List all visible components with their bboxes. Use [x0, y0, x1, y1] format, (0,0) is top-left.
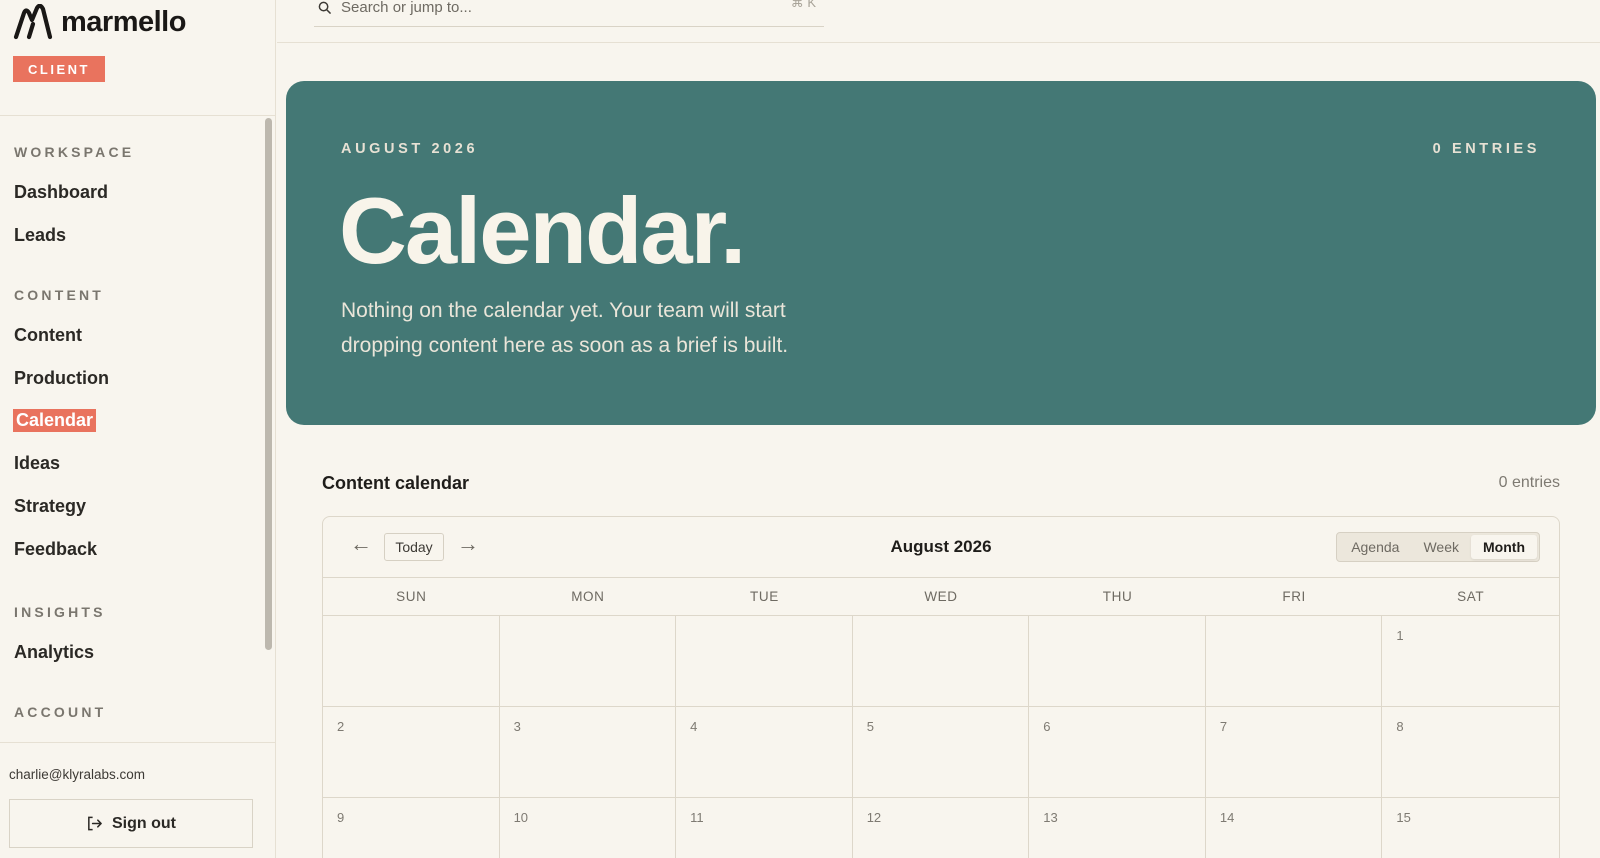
- sidebar-item-content[interactable]: Content: [14, 325, 82, 346]
- sign-out-button[interactable]: Sign out: [9, 799, 253, 848]
- calendar-day-cell[interactable]: [1205, 616, 1383, 707]
- calendar-day-cell[interactable]: 4: [676, 707, 853, 798]
- sidebar-item-feedback[interactable]: Feedback: [14, 539, 97, 560]
- weekday-label: MON: [571, 589, 605, 604]
- day-number: 5: [866, 719, 874, 734]
- day-number: 8: [1396, 719, 1404, 734]
- calendar-entries-count: 0 entries: [1498, 474, 1560, 491]
- calendar-day-cell[interactable]: 3: [499, 707, 677, 798]
- user-email: charlie@klyralabs.com: [9, 767, 145, 782]
- next-month-arrow-icon[interactable]: →: [457, 533, 479, 555]
- hero-entries-count: 0 ENTRIES: [1432, 141, 1540, 157]
- section-label-content: CONTENT: [14, 287, 105, 303]
- search-input[interactable]: [341, 0, 761, 16]
- sidebar-scrollbar[interactable]: [265, 118, 272, 650]
- calendar-day-cell[interactable]: 12: [853, 798, 1030, 858]
- day-number: 11: [690, 810, 704, 825]
- hero-month-label: AUGUST 2026: [341, 141, 479, 157]
- calendar-day-cell[interactable]: 7: [1205, 707, 1383, 798]
- sidebar-item-production[interactable]: Production: [14, 368, 109, 389]
- prev-month-arrow-icon[interactable]: ←: [350, 533, 372, 555]
- day-number: 10: [513, 810, 529, 825]
- day-number: 12: [866, 810, 882, 825]
- calendar-panel: ← Today → August 2026 Agenda Week Month …: [322, 516, 1560, 858]
- sidebar-item-dashboard[interactable]: Dashboard: [14, 182, 108, 203]
- day-number: 14: [1219, 810, 1235, 825]
- client-badge: CLIENT: [13, 56, 105, 82]
- sidebar-item-analytics[interactable]: Analytics: [14, 642, 94, 663]
- calendar-day-cell[interactable]: 9: [323, 798, 500, 858]
- section-label-account: ACCOUNT: [14, 704, 107, 720]
- brand-name: marmello: [61, 5, 186, 38]
- weekday-header-row: SUN MON TUE WED THU FRI SAT: [323, 578, 1559, 616]
- day-number: 3: [513, 719, 521, 734]
- day-number: 1: [1396, 628, 1404, 643]
- calendar-toolbar: ← Today → August 2026 Agenda Week Month: [323, 517, 1559, 578]
- sidebar: marmello CLIENT WORKSPACE Dashboard Lead…: [0, 0, 276, 858]
- calendar-day-cell[interactable]: 14: [1206, 798, 1383, 858]
- day-number: 9: [337, 810, 345, 825]
- day-number: 6: [1043, 719, 1051, 734]
- sidebar-item-calendar[interactable]: Calendar: [13, 409, 97, 432]
- day-number: 7: [1219, 719, 1228, 734]
- sidebar-item-ideas[interactable]: Ideas: [14, 453, 60, 474]
- calendar-day-cell[interactable]: [852, 616, 1030, 707]
- weekday-label: SUN: [396, 589, 427, 604]
- weekday-label: WED: [924, 589, 958, 604]
- search-icon: [318, 1, 331, 14]
- section-label-insights: INSIGHTS: [14, 604, 106, 620]
- topbar: ⌘ K: [277, 0, 1600, 43]
- day-number: 13: [1043, 810, 1058, 825]
- hero-description: Nothing on the calendar yet. Your team w…: [341, 299, 789, 357]
- marmello-logo-icon: [13, 4, 53, 40]
- calendar-day-cell[interactable]: [323, 616, 500, 707]
- brand-logo[interactable]: marmello: [13, 4, 186, 40]
- calendar-day-cell[interactable]: 8: [1382, 707, 1559, 798]
- sidebar-item-strategy[interactable]: Strategy: [14, 496, 86, 517]
- page-title: Calendar.: [339, 178, 746, 283]
- sign-out-label: Sign out: [112, 814, 176, 832]
- view-toggle: Agenda Week Month: [1336, 532, 1540, 562]
- search-shortcut-hint: ⌘ K: [790, 0, 816, 10]
- sidebar-footer-divider: [0, 742, 276, 743]
- calendar-day-cell[interactable]: 2: [323, 707, 500, 798]
- calendar-heading: Content calendar: [322, 473, 470, 493]
- day-number: 15: [1396, 810, 1411, 825]
- weekday-label: FRI: [1282, 589, 1306, 604]
- view-agenda-button[interactable]: Agenda: [1339, 535, 1411, 559]
- calendar-day-cell[interactable]: 5: [852, 707, 1030, 798]
- calendar-day-cell[interactable]: [676, 616, 853, 707]
- calendar-day-cell[interactable]: 1: [1382, 616, 1559, 707]
- sign-out-icon: [88, 816, 102, 831]
- section-label-workspace: WORKSPACE: [14, 144, 135, 160]
- calendar-day-cell[interactable]: [499, 616, 677, 707]
- weekday-label: SAT: [1457, 589, 1485, 604]
- hero-banner: AUGUST 2026 0 ENTRIES Calendar. Nothing …: [286, 81, 1596, 425]
- sidebar-divider: [0, 115, 276, 116]
- calendar-day-cell[interactable]: 13: [1029, 798, 1206, 858]
- calendar-grid: 1 2 3 4 5 6 7 8 9 10 11 12 13 14 15: [323, 616, 1559, 858]
- weekday-label: THU: [1102, 589, 1133, 604]
- day-number: 4: [690, 719, 698, 734]
- day-number: 2: [337, 719, 345, 734]
- search-bar[interactable]: ⌘ K: [314, 0, 824, 27]
- calendar-day-cell[interactable]: 6: [1029, 707, 1206, 798]
- calendar-day-cell[interactable]: [1029, 616, 1206, 707]
- calendar-day-cell[interactable]: 11: [676, 798, 853, 858]
- calendar-day-cell[interactable]: 15: [1382, 798, 1559, 858]
- sidebar-item-leads[interactable]: Leads: [14, 225, 66, 246]
- weekday-label: TUE: [750, 589, 779, 604]
- view-week-button[interactable]: Week: [1411, 535, 1471, 559]
- calendar-day-cell[interactable]: 10: [500, 798, 677, 858]
- view-month-button[interactable]: Month: [1471, 535, 1537, 559]
- today-button[interactable]: Today: [384, 533, 444, 561]
